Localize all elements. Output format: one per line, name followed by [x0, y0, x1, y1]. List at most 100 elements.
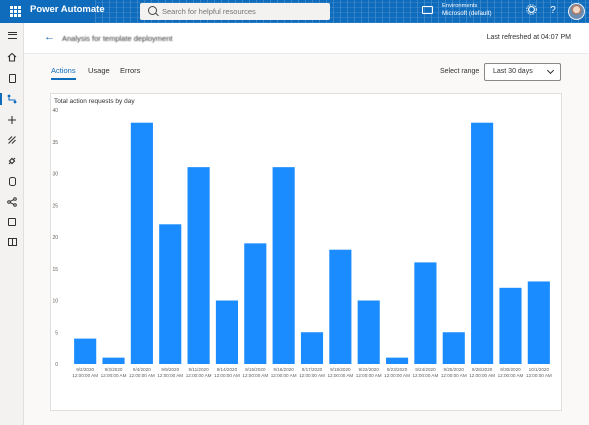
hamburger-icon[interactable]: [5, 28, 19, 42]
bar[interactable]: [414, 262, 437, 364]
bar[interactable]: [386, 357, 409, 364]
bar[interactable]: [159, 224, 182, 364]
top-bar: Power Automate Environments Microsoft (d…: [0, 0, 589, 23]
bar[interactable]: [102, 357, 125, 364]
x-tick-label: 12:00:00 AM: [441, 373, 467, 378]
bar[interactable]: [442, 332, 465, 364]
bar[interactable]: [471, 122, 494, 364]
environment-picker[interactable]: Environments Microsoft (default): [442, 3, 492, 17]
y-tick-label: 40: [52, 108, 58, 114]
bar[interactable]: [244, 243, 267, 364]
clipboard-icon[interactable]: [5, 71, 19, 85]
x-tick-label: 9/17/2020: [302, 367, 323, 372]
y-tick-label: 30: [52, 172, 58, 178]
page-header: ← Analysis for template deployment Last …: [24, 23, 589, 54]
x-tick-label: 9/14/2020: [217, 367, 238, 372]
x-tick-label: 9/25/2020: [444, 367, 465, 372]
x-tick-label: 12:00:00 AM: [469, 373, 495, 378]
y-tick-label: 5: [55, 330, 58, 336]
tab-actions[interactable]: Actions: [51, 66, 76, 75]
x-tick-label: 10/1/2020: [529, 367, 550, 372]
search-input[interactable]: [162, 5, 322, 18]
x-tick-label: 12:00:00 AM: [327, 373, 353, 378]
x-tick-label: 9/23/2020: [387, 367, 408, 372]
tab-usage[interactable]: Usage: [88, 66, 110, 75]
chart-card: Total action requests by day 0 5 10 15 20 25 3…: [50, 93, 562, 411]
question-icon[interactable]: ?: [546, 4, 560, 18]
tab-errors[interactable]: Errors: [120, 66, 140, 75]
app-name[interactable]: Power Automate: [30, 4, 105, 15]
range-label: Select range: [440, 68, 480, 75]
x-tick-label: 12:00:00 AM: [356, 373, 382, 378]
x-tick-label: 12:00:00 AM: [157, 373, 183, 378]
bar[interactable]: [357, 300, 380, 365]
bar[interactable]: [187, 167, 210, 364]
x-tick-label: 12:00:00 AM: [413, 373, 439, 378]
environment-icon[interactable]: [422, 6, 433, 14]
x-tick-label: 12:00:00 AM: [242, 373, 268, 378]
x-tick-label: 9/22/2020: [358, 367, 379, 372]
page-title: Analysis for template deployment: [62, 34, 173, 43]
x-tick-label: 9/28/2020: [472, 367, 493, 372]
bar[interactable]: [499, 287, 522, 364]
y-tick-label: 20: [52, 235, 58, 241]
search-box[interactable]: [140, 3, 330, 20]
connector-icon[interactable]: [5, 154, 19, 168]
last-refreshed: Last refreshed at 04:07 PM: [486, 34, 571, 41]
tab-active-indicator: [51, 78, 76, 80]
x-tick-label: 9/24/2020: [415, 367, 436, 372]
y-tick-label: 15: [52, 267, 58, 273]
x-tick-label: 9/3/2020: [105, 367, 123, 372]
bar[interactable]: [130, 122, 153, 364]
database-icon[interactable]: [5, 174, 19, 188]
x-tick-label: 12:00:00 AM: [384, 373, 410, 378]
avatar[interactable]: [568, 3, 585, 20]
range-value: Last 30 days: [493, 68, 533, 75]
x-tick-label: 12:00:00 AM: [498, 373, 524, 378]
x-tick-label: 12:00:00 AM: [72, 373, 98, 378]
templates-icon[interactable]: [5, 133, 19, 147]
flow-icon[interactable]: [5, 92, 19, 106]
x-tick-label: 9/15/2020: [245, 367, 266, 372]
x-tick-label: 12:00:00 AM: [101, 373, 127, 378]
environment-name: Microsoft (default): [442, 10, 492, 17]
gear-icon[interactable]: [524, 4, 538, 18]
active-indicator: [0, 93, 2, 105]
x-tick-label: 12:00:00 AM: [299, 373, 325, 378]
x-tick-label: 9/11/2020: [189, 367, 210, 372]
bar-chart: 05101520253035409/2/202012:00:00 AM9/3/2…: [52, 108, 552, 378]
monitor-icon[interactable]: [5, 195, 19, 209]
x-tick-label: 12:00:00 AM: [186, 373, 212, 378]
x-tick-label: 12:00:00 AM: [129, 373, 155, 378]
x-tick-label: 9/9/2020: [161, 367, 179, 372]
bar[interactable]: [272, 167, 295, 364]
x-tick-label: 9/4/2020: [133, 367, 151, 372]
back-arrow-icon[interactable]: ←: [44, 31, 55, 43]
app-launcher-icon[interactable]: [10, 6, 21, 17]
home-icon[interactable]: [5, 50, 19, 64]
plus-icon[interactable]: [5, 113, 19, 127]
y-tick-label: 25: [52, 203, 58, 209]
x-tick-label: 9/2/2020: [76, 367, 94, 372]
ai-builder-icon[interactable]: [5, 215, 19, 229]
bar[interactable]: [215, 300, 238, 365]
x-tick-label: 9/30/2020: [500, 367, 521, 372]
y-tick-label: 0: [55, 362, 58, 368]
y-tick-label: 10: [52, 299, 58, 305]
bar[interactable]: [527, 281, 550, 364]
x-tick-label: 12:00:00 AM: [214, 373, 240, 378]
range-dropdown[interactable]: Last 30 days: [484, 63, 561, 81]
x-tick-label: 12:00:00 AM: [271, 373, 297, 378]
x-tick-label: 12:00:00 AM: [526, 373, 552, 378]
bar[interactable]: [329, 249, 352, 364]
chevron-down-icon: [546, 66, 555, 75]
left-rail: [0, 23, 24, 425]
x-tick-label: 9/16/2020: [273, 367, 294, 372]
x-tick-label: 9/18/2020: [330, 367, 351, 372]
environment-label: Environments: [442, 3, 478, 9]
bar[interactable]: [74, 338, 97, 364]
search-icon: [148, 6, 157, 15]
book-icon[interactable]: [5, 235, 19, 249]
bar[interactable]: [300, 332, 324, 364]
y-tick-label: 35: [52, 140, 58, 146]
